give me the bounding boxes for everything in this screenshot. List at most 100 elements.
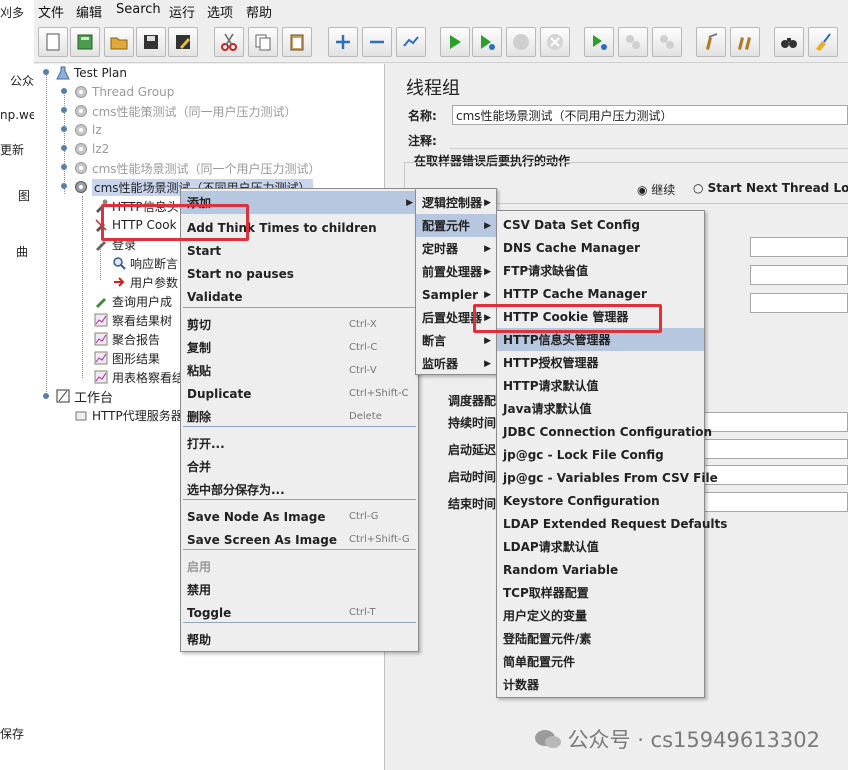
templates-button[interactable] [70, 27, 100, 57]
menu-options[interactable]: 选项 [207, 2, 233, 21]
context-menu-item[interactable]: 剪切 Ctrl-X [181, 313, 418, 336]
tree-node-query-sampler[interactable]: 查询用户成 [94, 292, 172, 310]
context-menu-item[interactable]: Save Screen As Image Ctrl+Shift-G [181, 528, 418, 551]
context-menu-item[interactable]: Save Node As Image Ctrl-G [181, 505, 418, 528]
menu-search[interactable]: Search [116, 2, 161, 17]
paste-button[interactable] [282, 27, 312, 57]
menu-run[interactable]: 运行 [169, 2, 195, 21]
new-button[interactable] [38, 27, 68, 57]
radio-continue[interactable]: ◉ 继续 [637, 181, 675, 198]
expand-icon [336, 35, 350, 49]
context-menu-item[interactable]: 粘贴 Ctrl-V [181, 359, 418, 382]
tree-node-listener[interactable]: 图形结果 [94, 349, 160, 367]
config-element-item[interactable]: DNS Cache Manager [497, 236, 704, 259]
config-element-item[interactable]: jp@gc - Lock File Config [497, 443, 704, 466]
config-element-item[interactable]: FTP请求缺省值 [497, 259, 704, 282]
tree-node-thread-group[interactable]: cms性能策测试（同一用户压力测试） [74, 102, 297, 120]
remote-start-icon [593, 35, 607, 50]
config-element-item[interactable]: Random Variable [497, 558, 704, 581]
cut-button[interactable] [214, 27, 244, 57]
workbench-icon [56, 389, 70, 403]
config-element-item[interactable]: 简单配置元件 [497, 650, 704, 673]
radio-start-next-loop[interactable]: ○ Start Next Thread Loop [693, 181, 848, 195]
config-element-item[interactable]: HTTP授权管理器 [497, 351, 704, 374]
tree-node-listener[interactable]: 聚合报告 [94, 330, 160, 348]
tree-node-thread-group[interactable]: Thread Group [74, 83, 174, 101]
name-label: 名称: [408, 109, 437, 123]
threads-input[interactable] [750, 237, 848, 257]
stop-button[interactable] [506, 27, 536, 57]
menu-edit[interactable]: 编辑 [76, 2, 102, 21]
config-element-item[interactable]: CSV Data Set Config [497, 213, 704, 236]
config-element-item[interactable]: HTTP请求默认值 [497, 374, 704, 397]
add-submenu-item[interactable]: 定时器 ▶ [416, 237, 496, 260]
config-element-item[interactable]: JDBC Connection Configuration [497, 420, 712, 443]
context-menu-item[interactable]: 帮助 [181, 628, 418, 651]
tree-node-response-assertion[interactable]: 响应断言 [112, 254, 178, 272]
remote-start-button[interactable] [584, 27, 614, 57]
add-submenu-item[interactable]: 前置处理器 ▶ [416, 260, 496, 283]
context-menu-item[interactable]: Validate [181, 285, 418, 308]
toggle-button[interactable] [396, 27, 426, 57]
tree-node-thread-group[interactable]: cms性能场景测试（同一个用户压力测试） [74, 159, 321, 177]
add-submenu-item[interactable]: 监听器 ▶ [416, 352, 496, 375]
context-menu-item[interactable]: 合并 [181, 455, 418, 478]
tree-node-test-plan[interactable]: Test Plan [56, 64, 127, 82]
copy-button[interactable] [248, 27, 278, 57]
tree-node-listener[interactable]: 用表格察看结 [94, 368, 184, 386]
clear-all-button[interactable] [730, 27, 760, 57]
clear-button[interactable] [696, 27, 726, 57]
context-menu-item[interactable]: Start no pauses [181, 262, 418, 285]
context-menu-item[interactable]: Toggle Ctrl-T [181, 601, 418, 624]
ramp-up-input[interactable] [750, 265, 848, 285]
config-element-item[interactable]: Keystore Configuration [497, 489, 704, 512]
config-element-item[interactable]: jp@gc - Variables From CSV File [497, 466, 718, 489]
expand-all-button[interactable] [328, 27, 358, 57]
tree-node-thread-group[interactable]: lz [74, 121, 102, 139]
collapse-all-button[interactable] [362, 27, 392, 57]
tree-node-listener[interactable]: 察看结果树 [94, 311, 172, 329]
open-button[interactable] [104, 27, 134, 57]
broom-button[interactable] [808, 27, 838, 57]
context-menu-item[interactable]: 禁用 [181, 578, 418, 601]
menu-file[interactable]: 文件 [38, 2, 64, 21]
context-menu-item[interactable]: 打开... [181, 432, 418, 455]
config-element-item[interactable]: LDAP请求默认值 [497, 535, 704, 558]
context-menu-item[interactable]: Start [181, 239, 418, 262]
remote-stop-button[interactable] [618, 27, 648, 57]
menubar: 文件 编辑 Search 运行 选项 帮助 [34, 0, 848, 23]
save-button[interactable] [136, 27, 166, 57]
loop-input[interactable] [750, 293, 848, 313]
strip-text: 更新 [0, 143, 25, 157]
menu-help[interactable]: 帮助 [246, 2, 272, 21]
comment-input[interactable] [450, 130, 848, 149]
context-menu-item[interactable]: 删除 Delete [181, 405, 418, 428]
context-menu-item[interactable]: 选中部分保存为... [181, 478, 418, 501]
save-icon [144, 35, 158, 49]
shutdown-button[interactable] [540, 27, 570, 57]
add-submenu-item[interactable]: 逻辑控制器 ▶ [416, 191, 496, 214]
config-element-item[interactable]: Java请求默认值 [497, 397, 704, 420]
config-element-item[interactable]: 计数器 [497, 673, 704, 696]
paste-icon [290, 34, 304, 51]
add-submenu-item[interactable]: Sampler ▶ [416, 283, 496, 306]
context-menu-item[interactable]: Duplicate Ctrl+Shift-C [181, 382, 418, 405]
config-element-item[interactable]: 用户定义的变量 [497, 604, 704, 627]
search-button[interactable] [774, 27, 804, 57]
config-element-item[interactable]: 登陆配置元件/素 [497, 627, 704, 650]
remote-exit-button[interactable] [652, 27, 682, 57]
context-menu-item[interactable]: 复制 Ctrl-C [181, 336, 418, 359]
tree-node-workbench[interactable]: 工作台 [56, 387, 113, 406]
tree-node-proxy[interactable]: HTTP代理服务器 [74, 406, 183, 424]
highlight-box [101, 204, 249, 241]
name-input[interactable]: cms性能场景测试（不同用户压力测试） [452, 105, 848, 125]
config-element-item[interactable]: HTTP Cache Manager [497, 282, 704, 305]
tree-node-user-parameters[interactable]: 用户参数 [112, 273, 178, 291]
tree-node-thread-group[interactable]: lz2 [74, 140, 109, 158]
config-element-item[interactable]: TCP取样器配置 [497, 581, 704, 604]
start-no-pause-button[interactable] [472, 27, 502, 57]
config-element-item[interactable]: LDAP Extended Request Defaults [497, 512, 727, 535]
save-as-button[interactable] [168, 27, 198, 57]
add-submenu-item[interactable]: 配置元件 ▶ [416, 214, 496, 237]
start-button[interactable] [440, 27, 470, 57]
